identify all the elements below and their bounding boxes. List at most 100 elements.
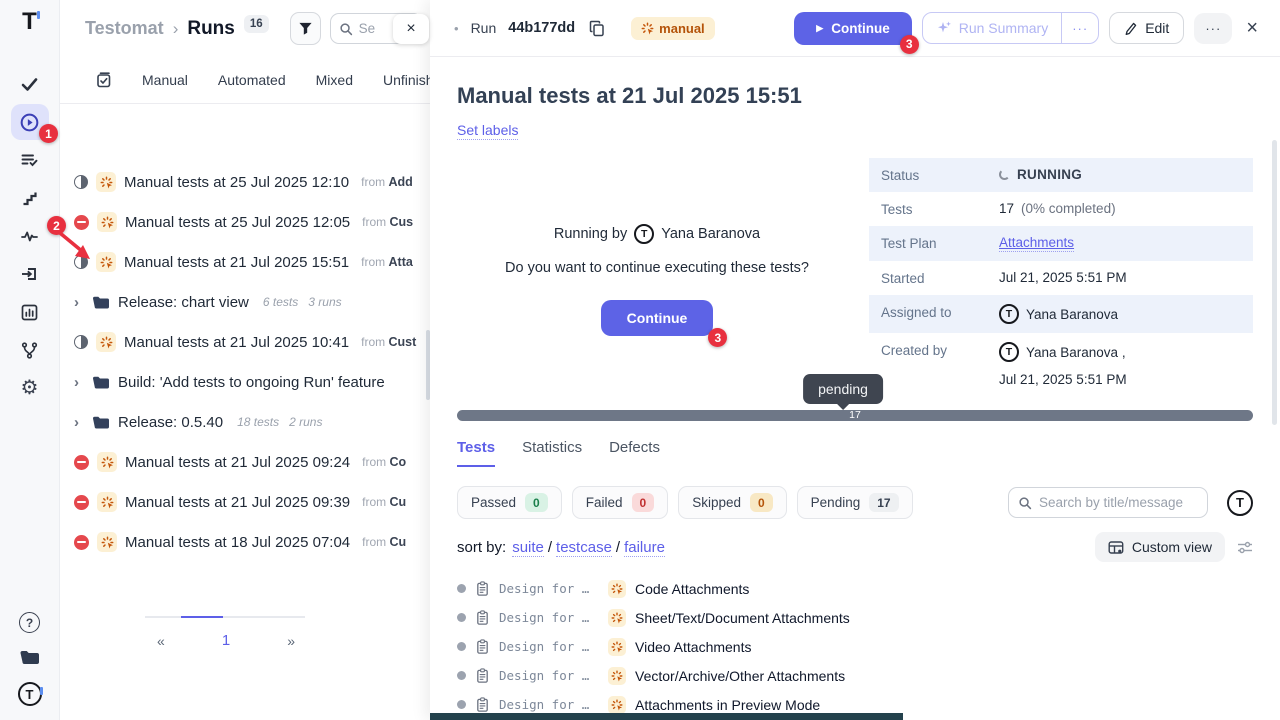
manual-spark-icon [641, 22, 654, 35]
sliders-icon[interactable] [1237, 540, 1253, 555]
sidebar-item-plans[interactable] [11, 142, 49, 178]
pagination-next[interactable]: » [287, 633, 295, 649]
play-circle-icon [20, 113, 39, 132]
folder-title: Release: chart view [118, 294, 249, 311]
run-list-item[interactable]: Manual tests at 21 Jul 2025 09:24 from C… [60, 442, 432, 482]
sidebar-item-pulse[interactable] [11, 218, 49, 254]
tab-unfinished[interactable]: Unfinishe [383, 72, 432, 88]
run-source: from Cust [361, 335, 416, 349]
manual-spark-icon [96, 172, 116, 192]
set-labels-link[interactable]: Set labels [457, 122, 518, 140]
funnel-icon [298, 21, 313, 36]
folder-list-item[interactable]: › Release: chart view 6 tests3 runs [60, 282, 432, 322]
tab-manual[interactable]: Manual [142, 72, 188, 88]
run-summary-more-button[interactable]: ··· [1061, 13, 1098, 43]
run-detail-panel: • Run 44b177dd manual ▶ Continue 3 Run S… [430, 0, 1280, 720]
projects-folder-icon[interactable] [19, 649, 40, 666]
chip-failed[interactable]: Failed0 [572, 486, 668, 519]
pagination-page[interactable]: 1 [222, 632, 230, 649]
tab-tests[interactable]: Tests [457, 439, 495, 467]
chip-passed[interactable]: Passed0 [457, 486, 562, 519]
run-list-item[interactable]: Manual tests at 21 Jul 2025 09:39 from C… [60, 482, 432, 522]
folder-title: Build: 'Add tests to ongoing Run' featur… [118, 374, 385, 391]
annotation-badge-3: 3 [708, 328, 727, 347]
help-icon[interactable]: ? [19, 612, 40, 633]
running-status-icon [74, 335, 88, 349]
tab-mixed[interactable]: Mixed [316, 72, 353, 88]
folder-list-item[interactable]: › Build: 'Add tests to ongoing Run' feat… [60, 362, 432, 402]
close-icon[interactable]: × [1242, 17, 1262, 40]
account-avatar[interactable]: T [18, 682, 42, 706]
test-list-item[interactable]: Design for … Sheet/Text/Document Attachm… [457, 603, 1253, 632]
sort-suite-link[interactable]: suite [512, 539, 544, 557]
clipboard-icon [475, 581, 490, 597]
assignee-avatar[interactable]: T [1227, 490, 1253, 516]
sidebar-item-branches[interactable] [11, 332, 49, 368]
tab-statistics[interactable]: Statistics [522, 439, 582, 467]
continue-button[interactable]: ▶ Continue 3 [794, 12, 911, 45]
annotation-badge-1: 1 [39, 124, 58, 143]
bar-chart-icon [21, 304, 38, 321]
failed-status-icon [74, 535, 89, 550]
run-list-item[interactable]: Manual tests at 21 Jul 2025 10:41 from C… [60, 322, 432, 362]
run-list-item[interactable]: Manual tests at 18 Jul 2025 07:04 from C… [60, 522, 432, 562]
sparkle-icon [936, 20, 952, 36]
sidebar-item-settings[interactable]: ⚙ [11, 370, 49, 406]
runs-filter-tabs: Manual Automated Mixed Unfinishe [60, 57, 432, 104]
chip-pending[interactable]: Pending17 [797, 486, 913, 519]
user-avatar: T [999, 342, 1019, 362]
chip-skipped[interactable]: Skipped0 [678, 486, 786, 519]
filter-button[interactable] [290, 12, 321, 45]
test-title: Video Attachments [635, 639, 751, 655]
run-summary-button[interactable]: Run Summary ··· [922, 12, 1099, 44]
run-source: from Cu [362, 535, 406, 549]
progress-bar: 17 [457, 410, 1253, 421]
continue-button-center[interactable]: Continue [601, 300, 714, 336]
sidebar-item-steps[interactable] [11, 180, 49, 216]
manual-spark-icon [608, 638, 626, 656]
clipboard-icon [475, 639, 490, 655]
test-suite-prefix: Design for … [499, 668, 595, 683]
tab-automated[interactable]: Automated [218, 72, 286, 88]
run-list-item[interactable]: Manual tests at 25 Jul 2025 12:10 from A… [60, 162, 432, 202]
sidebar-item-analytics[interactable] [11, 294, 49, 330]
test-plan-link[interactable]: Attachments [999, 235, 1074, 252]
folder-meta: 18 tests2 runs [237, 415, 322, 429]
test-list-item[interactable]: Design for … Video Attachments [457, 632, 1253, 661]
more-actions-button[interactable]: ··· [1194, 13, 1232, 44]
sort-failure-link[interactable]: failure [624, 539, 665, 557]
manual-spark-icon [97, 532, 117, 552]
info-row-status: Status RUNNING [869, 158, 1253, 192]
sidebar-item-import[interactable] [11, 256, 49, 292]
chevron-right-icon[interactable]: › [74, 414, 84, 431]
detail-scrollbar[interactable] [1272, 140, 1277, 425]
test-list-item[interactable]: Design for … Vector/Archive/Other Attach… [457, 661, 1253, 690]
continue-question: Do you want to continue executing these … [457, 260, 857, 276]
clear-search-button[interactable]: × [393, 14, 429, 44]
tests-search-input[interactable]: Search by title/message [1008, 487, 1208, 518]
copy-icon[interactable] [589, 20, 605, 37]
breadcrumb-project[interactable]: Testomat [85, 18, 164, 39]
folder-list-item[interactable]: › Release: 0.5.40 18 tests2 runs [60, 402, 432, 442]
breadcrumb-separator: › [173, 19, 179, 39]
edit-button[interactable]: Edit [1109, 12, 1184, 44]
manual-spark-icon [608, 580, 626, 598]
manual-spark-icon [608, 667, 626, 685]
checklist-icon [96, 72, 112, 88]
branch-icon [21, 342, 38, 359]
sort-by-label: sort by: [457, 539, 506, 556]
run-list-item[interactable]: Manual tests at 25 Jul 2025 12:05 from C… [60, 202, 432, 242]
tab-defects[interactable]: Defects [609, 439, 660, 467]
chevron-right-icon[interactable]: › [74, 374, 84, 391]
spinner-icon [999, 169, 1010, 180]
list-check-icon [21, 152, 38, 168]
pagination-prev[interactable]: « [157, 633, 165, 649]
sidebar-item-tests[interactable] [11, 66, 49, 102]
run-progress: pending 17 [457, 410, 1253, 421]
run-title: Manual tests at 21 Jul 2025 10:41 [124, 334, 349, 351]
sort-testcase-link[interactable]: testcase [556, 539, 612, 557]
chevron-right-icon[interactable]: › [74, 294, 84, 311]
custom-view-button[interactable]: Custom view [1095, 532, 1225, 562]
run-list-item[interactable]: Manual tests at 21 Jul 2025 15:51 from A… [60, 242, 432, 282]
test-list-item[interactable]: Design for … Code Attachments [457, 574, 1253, 603]
